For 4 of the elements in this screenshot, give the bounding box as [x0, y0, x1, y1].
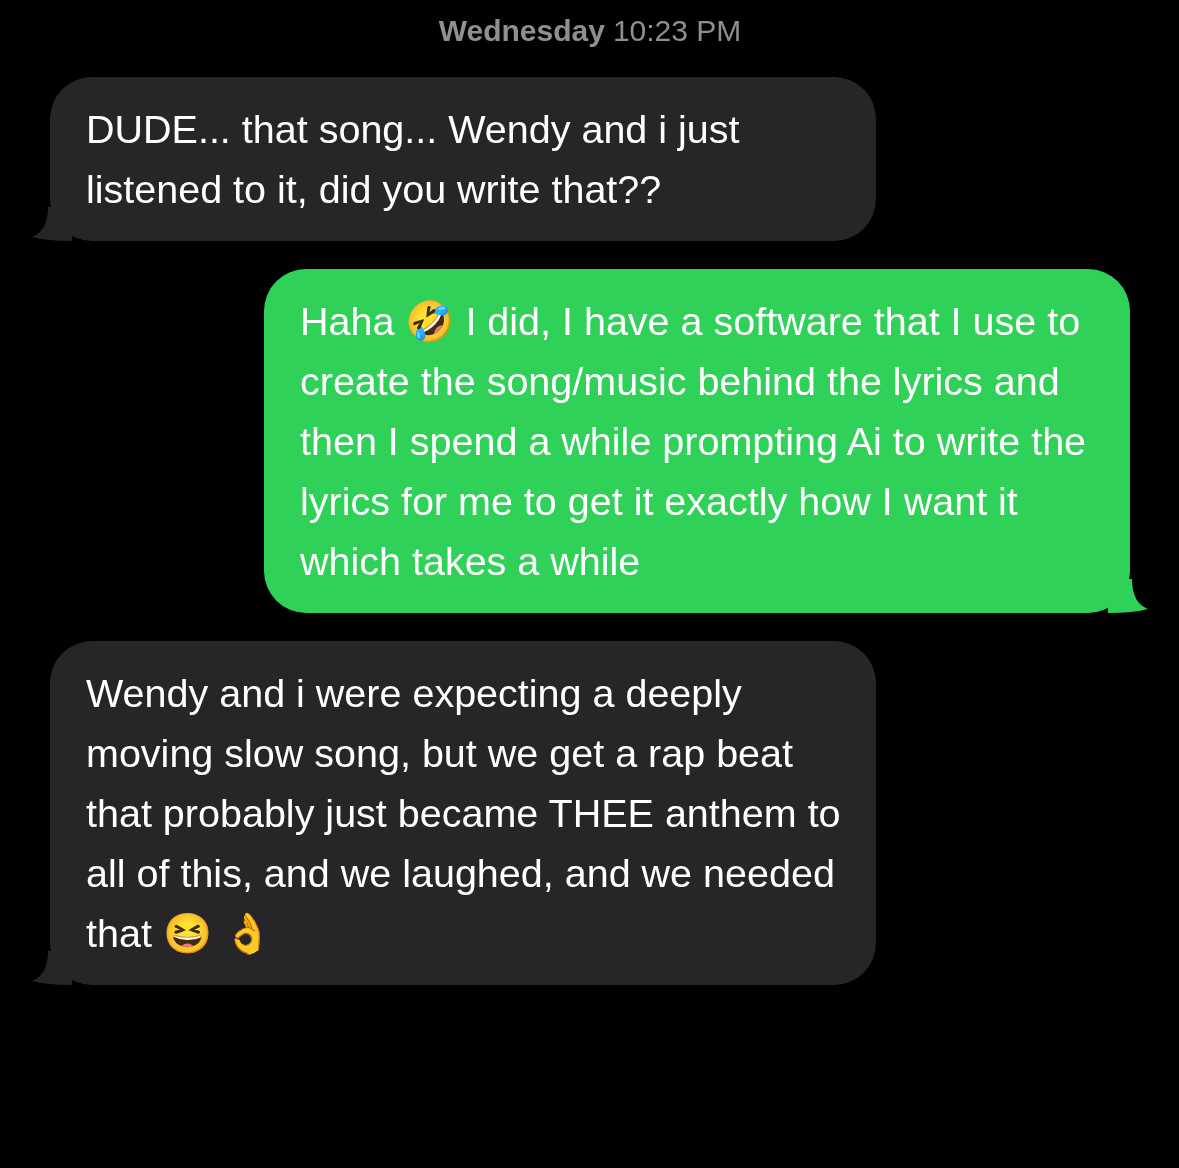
timestamp: Wednesday 10:23 PM	[438, 13, 742, 48]
message-text: DUDE... that song... Wendy and i just listened to it, did you write that??	[86, 107, 740, 211]
message-text: Haha 🤣 I did, I have a software that I use to create the song/music behind the lyrics and then I spend a while prompting Ai to write the lyrics for me to get it exactly how I want it which takes a while	[300, 299, 1087, 583]
message-text: Wendy and i were expecting a deeply moving slow song, but we get a rap beat that probably just became THEE anthem to all of this, and we laughed, and we needed that 😆 👌	[86, 671, 841, 955]
